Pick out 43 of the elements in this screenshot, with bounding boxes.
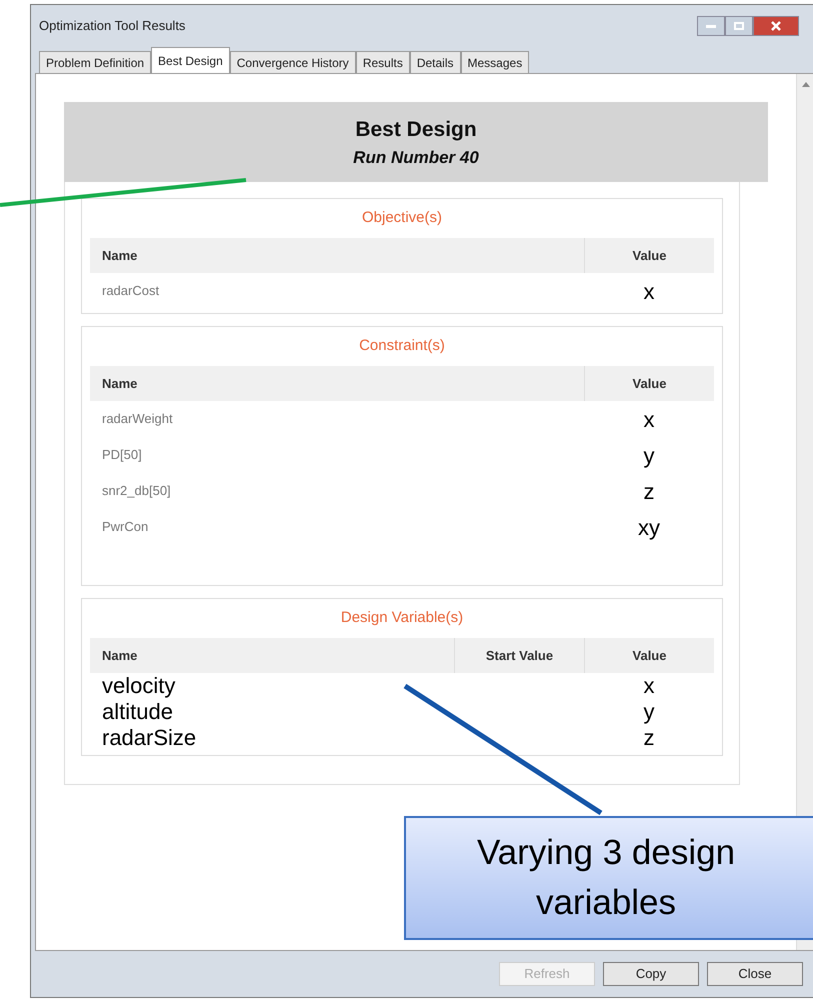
minimize-button[interactable] — [697, 16, 725, 36]
column-header: Name — [101, 246, 138, 264]
header-subtitle: Run Number 40 — [353, 147, 479, 169]
value-cell-text: y — [642, 699, 656, 725]
column-header: Name — [101, 374, 138, 392]
maximize-button[interactable] — [725, 16, 753, 36]
close-button[interactable] — [753, 16, 799, 36]
tab[interactable]: Messages — [460, 51, 530, 73]
value-cell-text: x — [642, 406, 656, 434]
column-header: Value — [584, 638, 714, 673]
section-title: Design Variable(s) — [340, 608, 464, 628]
section-title: Objective(s) — [362, 208, 442, 228]
name-cell-text: velocity — [101, 673, 176, 699]
name-cell-text: PD[50] — [101, 446, 143, 464]
name-cell-text: PwrCon — [101, 518, 150, 536]
header-title: Best Design — [355, 116, 477, 142]
value-cell-text: z — [642, 725, 656, 751]
name-cell-text: radarWeight — [101, 410, 174, 428]
column-header: Value — [584, 366, 714, 401]
scroll-up-icon[interactable] — [802, 82, 810, 87]
column-header: Value — [584, 238, 714, 273]
dialog-button[interactable]: Close — [707, 962, 803, 986]
name-cell-text: altitude — [101, 699, 174, 725]
value-cell-text: x — [642, 278, 656, 306]
column-header: Name — [101, 646, 138, 664]
value-cell-text: z — [642, 478, 656, 506]
close-icon — [771, 21, 781, 31]
column-header: Start Value — [454, 638, 584, 673]
tab[interactable]: Convergence History — [230, 51, 356, 73]
tab[interactable]: Problem Definition — [39, 51, 152, 73]
dialog-button[interactable]: Copy — [603, 962, 699, 986]
tab[interactable]: Details — [410, 51, 461, 73]
name-cell-text: radarSize — [101, 725, 198, 751]
callout-text: Varying 3 design variables — [476, 832, 736, 924]
section-title: Constraint(s) — [359, 336, 445, 356]
value-cell-text: x — [642, 673, 656, 699]
tab[interactable]: Results — [356, 51, 410, 73]
name-cell-text: radarCost — [101, 282, 160, 300]
window-title: Optimization Tool Results — [39, 17, 186, 36]
name-cell-text: snr2_db[50] — [101, 482, 172, 500]
value-cell-text: xy — [637, 514, 661, 542]
tab[interactable]: Best Design — [151, 47, 230, 73]
value-cell-text: y — [642, 442, 656, 470]
